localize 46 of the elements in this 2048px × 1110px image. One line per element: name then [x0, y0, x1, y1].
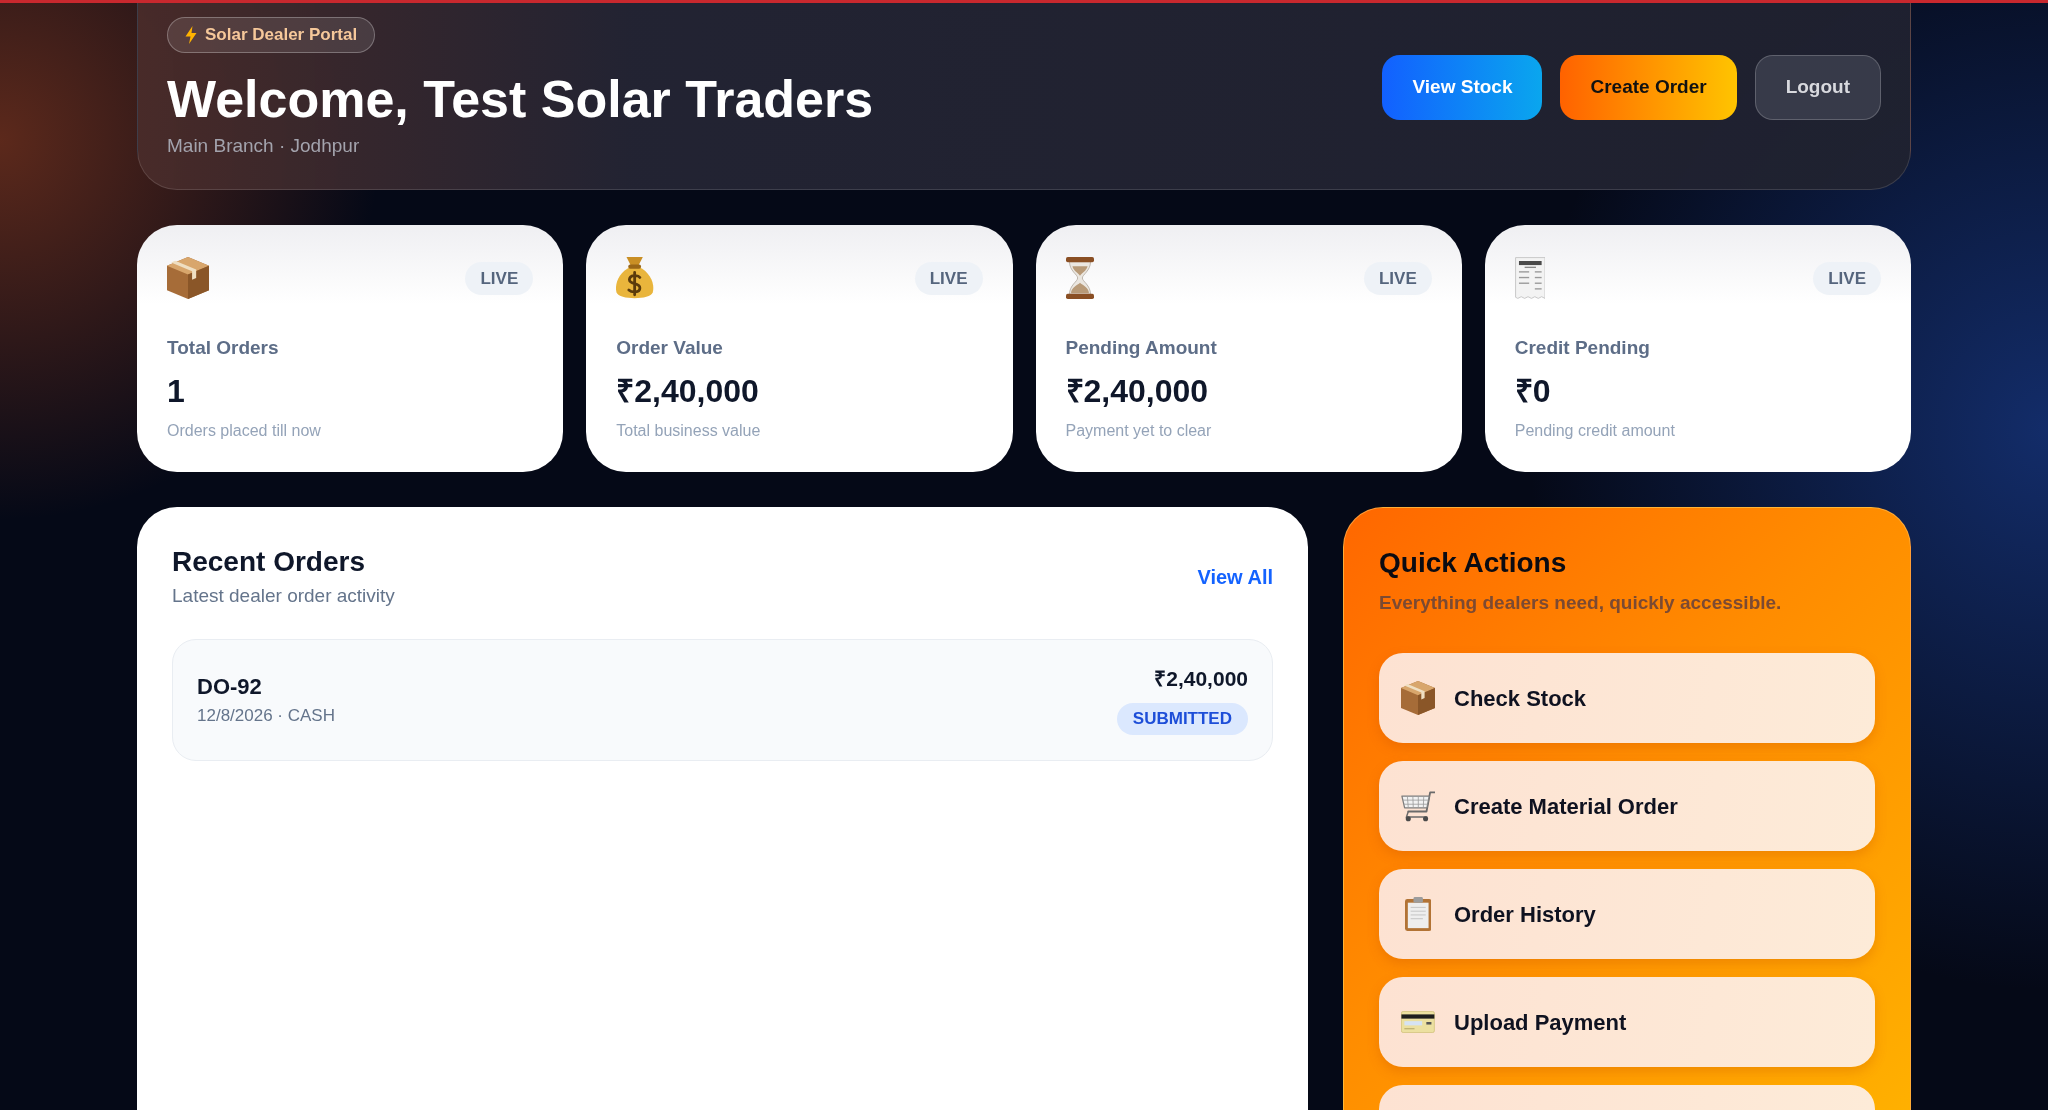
clipboard-icon — [1404, 897, 1432, 932]
stat-caption: Payment yet to clear — [1065, 421, 1213, 442]
package-icon — [1401, 681, 1435, 716]
badge-text: Solar Dealer Portal — [205, 24, 358, 47]
view-all-link[interactable]: View All — [1197, 562, 1273, 592]
package-icon — [167, 257, 209, 300]
stat-caption: Total business value — [616, 421, 762, 442]
stat-label: Order Value — [616, 336, 724, 361]
branch-subtitle: Main Branch · Jodhpur — [167, 133, 361, 158]
action-item[interactable]: Create Material Order — [1379, 761, 1875, 852]
order-row[interactable]: DO-92 12/8/2026 · CASH ₹2,40,000 SUBMITTED — [172, 639, 1273, 762]
stat-value: 1 — [167, 372, 186, 411]
view-stock-button[interactable]: View Stock — [1382, 55, 1543, 121]
stat-value: ₹2,40,000 — [1065, 372, 1210, 411]
action-item[interactable] — [1379, 1085, 1875, 1110]
order-amount: ₹2,40,000 — [1153, 666, 1248, 692]
stat-label: Credit Pending — [1514, 336, 1651, 361]
stat-caption: Pending credit amount — [1514, 421, 1676, 442]
order-id: DO-92 — [197, 673, 263, 702]
create-order-button[interactable]: Create Order — [1560, 55, 1737, 121]
credit-card-icon — [1401, 1011, 1435, 1034]
panel-subtitle: Everything dealers need, quickly accessible. — [1379, 591, 1783, 616]
stat-value: ₹2,40,000 — [616, 372, 760, 411]
status-tag: SUBMITTED — [1116, 703, 1248, 735]
action-item[interactable]: Upload Payment — [1379, 977, 1875, 1068]
lightning-icon — [185, 26, 197, 44]
panel-title: Recent Orders — [172, 545, 366, 580]
shopping-cart-icon — [1400, 791, 1436, 822]
logout-button[interactable]: Logout — [1754, 55, 1881, 121]
live-tag: LIVE — [465, 262, 534, 295]
live-tag: LIVE — [1363, 262, 1432, 295]
stat-value: ₹0 — [1514, 372, 1552, 411]
page-title: Welcome, Test Solar Traders — [167, 70, 874, 130]
panel-title: Quick Actions — [1379, 546, 1568, 581]
panel-subtitle: Latest dealer order activity — [172, 584, 395, 609]
money-bag-icon — [616, 257, 654, 300]
action-item[interactable]: Order History — [1379, 869, 1875, 960]
stat-label: Pending Amount — [1065, 336, 1218, 361]
hourglass-icon — [1065, 257, 1094, 300]
stat-caption: Orders placed till now — [167, 421, 322, 442]
live-tag: LIVE — [1813, 262, 1881, 295]
live-tag: LIVE — [914, 262, 983, 295]
order-meta: 12/8/2026 · CASH — [197, 705, 335, 728]
action-item[interactable]: Check Stock — [1379, 653, 1875, 744]
receipt-icon — [1514, 257, 1546, 300]
stat-label: Total Orders — [167, 336, 280, 361]
